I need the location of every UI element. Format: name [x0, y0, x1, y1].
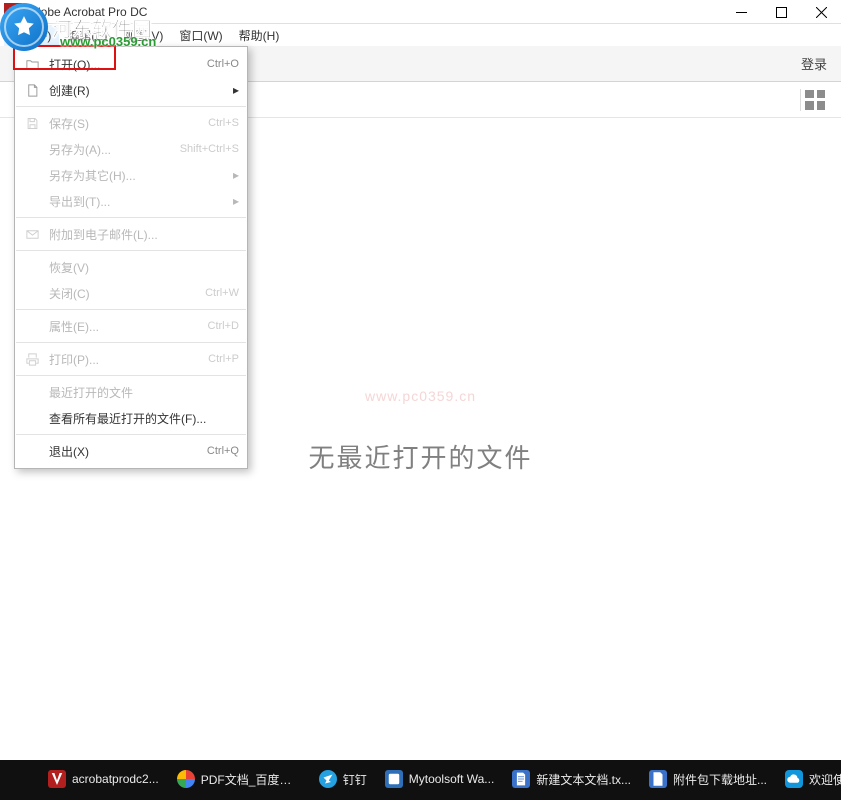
menu-file[interactable]: 文件(F): [4, 25, 59, 46]
menu-exit-label: 退出(X): [49, 443, 207, 460]
menu-close-label: 关闭(C): [49, 285, 205, 302]
menu-separator: [16, 106, 246, 107]
menu-create[interactable]: 创建(R) ▸: [15, 77, 247, 103]
close-button[interactable]: [801, 0, 841, 24]
taskbar-item[interactable]: 新建文本文档.tx...: [504, 761, 639, 799]
menu-revert: 恢复(V): [15, 254, 247, 280]
save-icon: [23, 116, 41, 131]
app-icon: [385, 770, 403, 788]
menu-save-as-shortcut: Shift+Ctrl+S: [180, 143, 239, 155]
menu-close: 关闭(C) Ctrl+W: [15, 280, 247, 306]
mail-icon: [23, 227, 41, 242]
divider: [800, 89, 801, 111]
menu-print-label: 打印(P)...: [49, 351, 208, 368]
app-title: Adobe Acrobat Pro DC: [26, 5, 147, 19]
menu-close-shortcut: Ctrl+W: [205, 287, 239, 299]
menu-export: 导出到(T)... ▸: [15, 188, 247, 214]
taskbar-item[interactable]: Mytoolsoft Wa...: [377, 761, 503, 799]
minimize-button[interactable]: [721, 0, 761, 24]
notepad-icon: [512, 770, 530, 788]
menu-attach-email: 附加到电子邮件(L)...: [15, 221, 247, 247]
menu-open-shortcut: Ctrl+O: [207, 58, 239, 70]
taskbar-item-label: Mytoolsoft Wa...: [409, 772, 495, 786]
taskbar-item-label: acrobatprodc2...: [72, 772, 159, 786]
acrobat-icon: [48, 770, 66, 788]
menu-properties-shortcut: Ctrl+D: [208, 320, 239, 332]
menu-save-other-label: 另存为其它(H)...: [49, 167, 229, 184]
menu-separator: [16, 250, 246, 251]
print-icon: [23, 352, 41, 367]
create-icon: [23, 83, 41, 98]
open-icon: [23, 57, 41, 72]
dingtalk-icon: [319, 770, 337, 788]
menu-save-as-label: 另存为(A)...: [49, 141, 180, 158]
menu-save-other: 另存为其它(H)... ▸: [15, 162, 247, 188]
file-menu-dropdown: 打开(O)... Ctrl+O 创建(R) ▸ 保存(S) Ctrl+S 另存为…: [14, 46, 248, 469]
menu-print: 打印(P)... Ctrl+P: [15, 346, 247, 372]
menu-properties: 属性(E)... Ctrl+D: [15, 313, 247, 339]
menu-print-shortcut: Ctrl+P: [208, 353, 239, 365]
menu-export-label: 导出到(T)...: [49, 193, 229, 210]
taskbar-item[interactable]: 附件包下载地址...: [641, 761, 775, 799]
menu-recent-label: 最近打开的文件: [49, 384, 239, 401]
menu-edit[interactable]: 编辑(E): [59, 25, 115, 46]
menu-view-all-recent[interactable]: 查看所有最近打开的文件(F)...: [15, 405, 247, 431]
menu-window[interactable]: 窗口(W): [171, 25, 230, 46]
menu-view-all-recent-label: 查看所有最近打开的文件(F)...: [49, 410, 239, 427]
menu-save: 保存(S) Ctrl+S: [15, 110, 247, 136]
taskbar-item[interactable]: acrobatprodc2...: [40, 761, 167, 799]
menu-exit[interactable]: 退出(X) Ctrl+Q: [15, 438, 247, 464]
cloud-icon: [785, 770, 803, 788]
menu-revert-label: 恢复(V): [49, 259, 239, 276]
menu-recent: 最近打开的文件: [15, 379, 247, 405]
menu-help[interactable]: 帮助(H): [231, 25, 288, 46]
taskbar: acrobatprodc2... PDF文档_百度搜... 钉钉 Mytools…: [0, 760, 841, 800]
menu-properties-label: 属性(E)...: [49, 318, 208, 335]
taskbar-item-label: PDF文档_百度搜...: [201, 771, 301, 788]
menu-open-label: 打开(O)...: [49, 56, 207, 73]
grid-view-button[interactable]: [805, 90, 825, 110]
taskbar-item[interactable]: 钉钉: [311, 761, 375, 799]
menu-separator: [16, 217, 246, 218]
menu-attach-email-label: 附加到电子邮件(L)...: [49, 226, 239, 243]
menu-save-as: 另存为(A)... Shift+Ctrl+S: [15, 136, 247, 162]
taskbar-item-label: 钉钉: [343, 771, 367, 788]
taskbar-item[interactable]: PDF文档_百度搜...: [169, 761, 309, 799]
menu-separator: [16, 342, 246, 343]
login-link[interactable]: 登录: [801, 54, 827, 73]
taskbar-item-label: 欢迎使用百: [809, 771, 841, 788]
menu-separator: [16, 309, 246, 310]
menu-view[interactable]: 视图(V): [115, 25, 171, 46]
empty-message: 无最近打开的文件: [308, 438, 532, 475]
menu-save-shortcut: Ctrl+S: [208, 117, 239, 129]
menu-save-label: 保存(S): [49, 115, 208, 132]
submenu-arrow-icon: ▸: [229, 194, 239, 208]
menubar: 文件(F) 编辑(E) 视图(V) 窗口(W) 帮助(H): [0, 24, 841, 46]
taskbar-item[interactable]: 欢迎使用百: [777, 761, 841, 799]
menu-create-label: 创建(R): [49, 82, 229, 99]
titlebar: Adobe Acrobat Pro DC: [0, 0, 841, 24]
submenu-arrow-icon: ▸: [229, 83, 239, 97]
maximize-button[interactable]: [761, 0, 801, 24]
menu-open[interactable]: 打开(O)... Ctrl+O: [15, 51, 247, 77]
taskbar-item-label: 新建文本文档.tx...: [536, 771, 631, 788]
notepad-icon: [649, 770, 667, 788]
browser-icon: [177, 770, 195, 788]
faint-watermark-text: www.pc0359.cn: [365, 388, 476, 404]
menu-separator: [16, 375, 246, 376]
taskbar-item-label: 附件包下载地址...: [673, 771, 767, 788]
menu-separator: [16, 434, 246, 435]
app-icon: [4, 3, 22, 21]
submenu-arrow-icon: ▸: [229, 168, 239, 182]
menu-exit-shortcut: Ctrl+Q: [207, 445, 239, 457]
window-controls: [721, 0, 841, 24]
